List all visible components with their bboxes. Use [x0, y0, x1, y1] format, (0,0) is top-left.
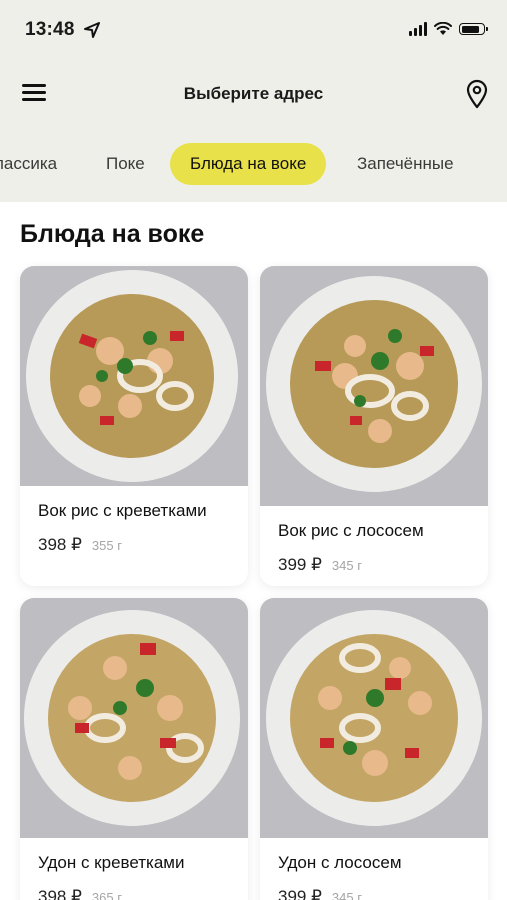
product-price: 398 ₽ [38, 887, 82, 900]
cellular-signal-icon [409, 22, 427, 36]
product-price: 399 ₽ [278, 555, 322, 574]
status-indicators [409, 22, 488, 36]
battery-icon [459, 23, 488, 35]
address-selector[interactable]: Выберите адрес [0, 84, 507, 104]
section-title: Блюда на воке [20, 220, 205, 248]
product-price: 399 ₽ [278, 887, 322, 900]
product-weight: 365 г [91, 890, 122, 900]
tab-poke[interactable]: Поке [106, 143, 145, 185]
map-pin-icon[interactable] [465, 79, 489, 109]
tab-wok-dishes[interactable]: Блюда на воке [170, 143, 327, 185]
product-weight: 345 г [331, 558, 362, 573]
product-card[interactable]: Вок рис с лососем 399 ₽ 345 г [260, 266, 488, 586]
product-card[interactable]: Удон с лососем 399 ₽ 345 г [260, 598, 488, 900]
category-tabs: лассика Поке Блюда на воке Запечённые [0, 143, 507, 187]
product-photo [20, 266, 248, 486]
product-card[interactable]: Удон с креветками 398 ₽ 365 г [20, 598, 248, 900]
location-arrow-icon [84, 22, 100, 38]
product-weight: 355 г [91, 538, 122, 553]
tab-baked[interactable]: Запечённые [357, 143, 454, 185]
app-screen: 13:48 Выберите адрес лассика Поке Блюда … [0, 0, 507, 900]
product-photo [260, 266, 488, 506]
product-name: Удон с креветками [38, 853, 185, 872]
product-photo [20, 598, 248, 838]
product-card[interactable]: Вок рис с креветками 398 ₽ 355 г [20, 266, 248, 586]
product-name: Вок рис с лососем [278, 521, 424, 540]
product-weight: 345 г [331, 890, 362, 900]
wifi-icon [434, 22, 452, 35]
product-name: Вок рис с креветками [38, 501, 207, 520]
product-name: Удон с лососем [278, 853, 402, 872]
product-price: 398 ₽ [38, 535, 82, 554]
tab-klassika[interactable]: лассика [0, 143, 57, 185]
status-time: 13:48 [25, 19, 75, 40]
product-photo [260, 598, 488, 838]
top-bar: 13:48 Выберите адрес лассика Поке Блюда … [0, 0, 507, 202]
